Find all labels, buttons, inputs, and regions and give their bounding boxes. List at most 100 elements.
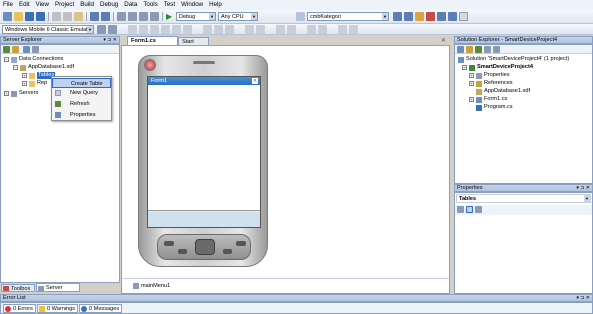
object-browser-icon[interactable] (415, 12, 424, 21)
align-top-icon[interactable] (161, 25, 170, 34)
find-in-files-icon[interactable] (296, 12, 305, 21)
connect-server-icon[interactable] (32, 46, 39, 53)
properties-window-icon[interactable] (404, 12, 413, 21)
messages-filter-button[interactable]: 0 Messages (79, 304, 123, 313)
form-menu-bar[interactable] (148, 212, 260, 227)
tree-data-connections[interactable]: − Data Connections (4, 56, 63, 63)
tree-database[interactable]: − AppDatabase1.sdf (13, 64, 74, 71)
show-all-files-icon[interactable] (466, 46, 473, 53)
send-to-back-icon[interactable] (287, 25, 296, 34)
center-vertically-icon[interactable] (349, 25, 358, 34)
start-debugging-icon[interactable]: ▶ (166, 12, 174, 21)
make-same-size-icon[interactable] (225, 25, 234, 34)
tree-project[interactable]: − SmartDeviceProject4 (462, 64, 533, 71)
properties-icon[interactable] (457, 46, 464, 53)
tray-main-menu[interactable]: mainMenu1 (133, 283, 170, 289)
form-body[interactable] (148, 85, 260, 211)
toolbox-icon[interactable] (426, 12, 435, 21)
horizontal-spacing-icon[interactable] (245, 25, 254, 34)
tree-references[interactable]: + References (469, 80, 513, 87)
find-combo[interactable]: cmbKategori ▼ (307, 12, 389, 21)
expand-icon[interactable]: + (469, 73, 474, 78)
close-document-icon[interactable]: ✕ (441, 37, 446, 44)
solution-explorer-icon[interactable] (393, 12, 402, 21)
alphabetical-icon[interactable] (466, 206, 473, 213)
make-same-height-icon[interactable] (214, 25, 223, 34)
panel-buttons[interactable]: ▾ ⊐ ✕ (103, 37, 117, 44)
save-all-icon[interactable] (36, 12, 45, 21)
paste-icon[interactable] (74, 12, 83, 21)
align-left-icon[interactable] (128, 25, 137, 34)
tree-database-file[interactable]: AppDatabase1.sdf (476, 88, 530, 95)
connect-device-icon[interactable] (97, 25, 106, 34)
menu-data[interactable]: Data (124, 0, 137, 10)
expand-icon[interactable]: + (469, 97, 474, 102)
collapse-icon[interactable]: − (4, 57, 9, 62)
menu-test[interactable]: Test (164, 0, 175, 10)
connect-database-icon[interactable] (23, 46, 30, 53)
uncomment-icon[interactable] (150, 12, 159, 21)
view-code-icon[interactable] (484, 46, 491, 53)
menu-item-refresh[interactable]: Refresh (52, 99, 111, 109)
align-right-icon[interactable] (150, 25, 159, 34)
cut-icon[interactable] (52, 12, 61, 21)
menu-window[interactable]: Window (181, 0, 203, 10)
start-page-icon[interactable] (437, 12, 446, 21)
panel-buttons[interactable]: ▾ ⊐ ✕ (576, 295, 590, 302)
copy-icon[interactable] (63, 12, 72, 21)
tree-properties[interactable]: + Properties (469, 72, 510, 79)
property-pages-icon[interactable] (475, 206, 482, 213)
panel-buttons[interactable]: ▾ ⊐ ✕ (576, 185, 590, 192)
undo-icon[interactable] (90, 12, 99, 21)
solution-config-select[interactable]: Debug ▼ (176, 12, 216, 21)
tree-servers[interactable]: + Servers (4, 90, 38, 97)
expand-icon[interactable]: + (4, 91, 9, 96)
menu-build[interactable]: Build (80, 0, 94, 10)
collapse-icon[interactable]: − (462, 65, 467, 70)
close-icon[interactable]: ✕ (252, 78, 258, 84)
home-key-icon[interactable] (178, 249, 187, 254)
windows-key-icon[interactable] (223, 249, 232, 254)
stop-refresh-icon[interactable] (12, 46, 19, 53)
tree-form1[interactable]: + Form1.cs (469, 96, 507, 103)
view-designer-icon[interactable] (493, 46, 500, 53)
tree-program[interactable]: Program.cs (476, 104, 513, 111)
menu-file[interactable]: File (3, 0, 13, 10)
refresh-icon[interactable] (3, 46, 10, 53)
errors-filter-button[interactable]: 0 Errors (3, 304, 36, 313)
menu-edit[interactable]: Edit (19, 0, 30, 10)
navigate-backward-icon[interactable] (117, 12, 126, 21)
solution-platform-select[interactable]: Any CPU ▼ (218, 12, 258, 21)
menu-help[interactable]: Help (209, 0, 222, 10)
tree-replication[interactable]: + Rep (22, 80, 47, 87)
tab-server-explorer[interactable]: Server Explorer (36, 283, 80, 300)
lock-controls-icon[interactable] (318, 25, 327, 34)
form-title-bar[interactable]: Form1 ✕ (148, 77, 260, 85)
navigate-forward-icon[interactable] (128, 12, 137, 21)
menu-item-create-table[interactable]: Create Table (52, 78, 111, 88)
collapse-icon[interactable]: − (13, 65, 18, 70)
make-same-width-icon[interactable] (203, 25, 212, 34)
object-selector[interactable]: Tables ▼ (456, 194, 591, 203)
call-key-icon[interactable] (164, 241, 174, 246)
categorized-icon[interactable] (457, 206, 464, 213)
menu-tools[interactable]: Tools (143, 0, 157, 10)
align-bottom-icon[interactable] (183, 25, 192, 34)
center-horizontally-icon[interactable] (338, 25, 347, 34)
comment-icon[interactable] (139, 12, 148, 21)
save-icon[interactable] (25, 12, 34, 21)
target-device-select[interactable]: Windows Mobile 6 Classic Emulato ▼ (2, 25, 94, 34)
end-key-icon[interactable] (236, 241, 246, 246)
tab-order-icon[interactable] (307, 25, 316, 34)
device-options-icon[interactable] (108, 25, 117, 34)
tree-solution[interactable]: Solution 'SmartDeviceProject4' (1 projec… (458, 56, 569, 63)
expand-icon[interactable]: + (469, 81, 474, 86)
menu-debug[interactable]: Debug (100, 0, 118, 10)
vertical-spacing-icon[interactable] (256, 25, 265, 34)
redo-icon[interactable] (101, 12, 110, 21)
menu-view[interactable]: View (36, 0, 49, 10)
window-layout-icon[interactable] (459, 12, 468, 21)
warnings-filter-button[interactable]: 0 Warnings (37, 304, 79, 313)
refresh-icon[interactable] (475, 46, 482, 53)
menu-item-new-query[interactable]: New Query (52, 88, 111, 98)
